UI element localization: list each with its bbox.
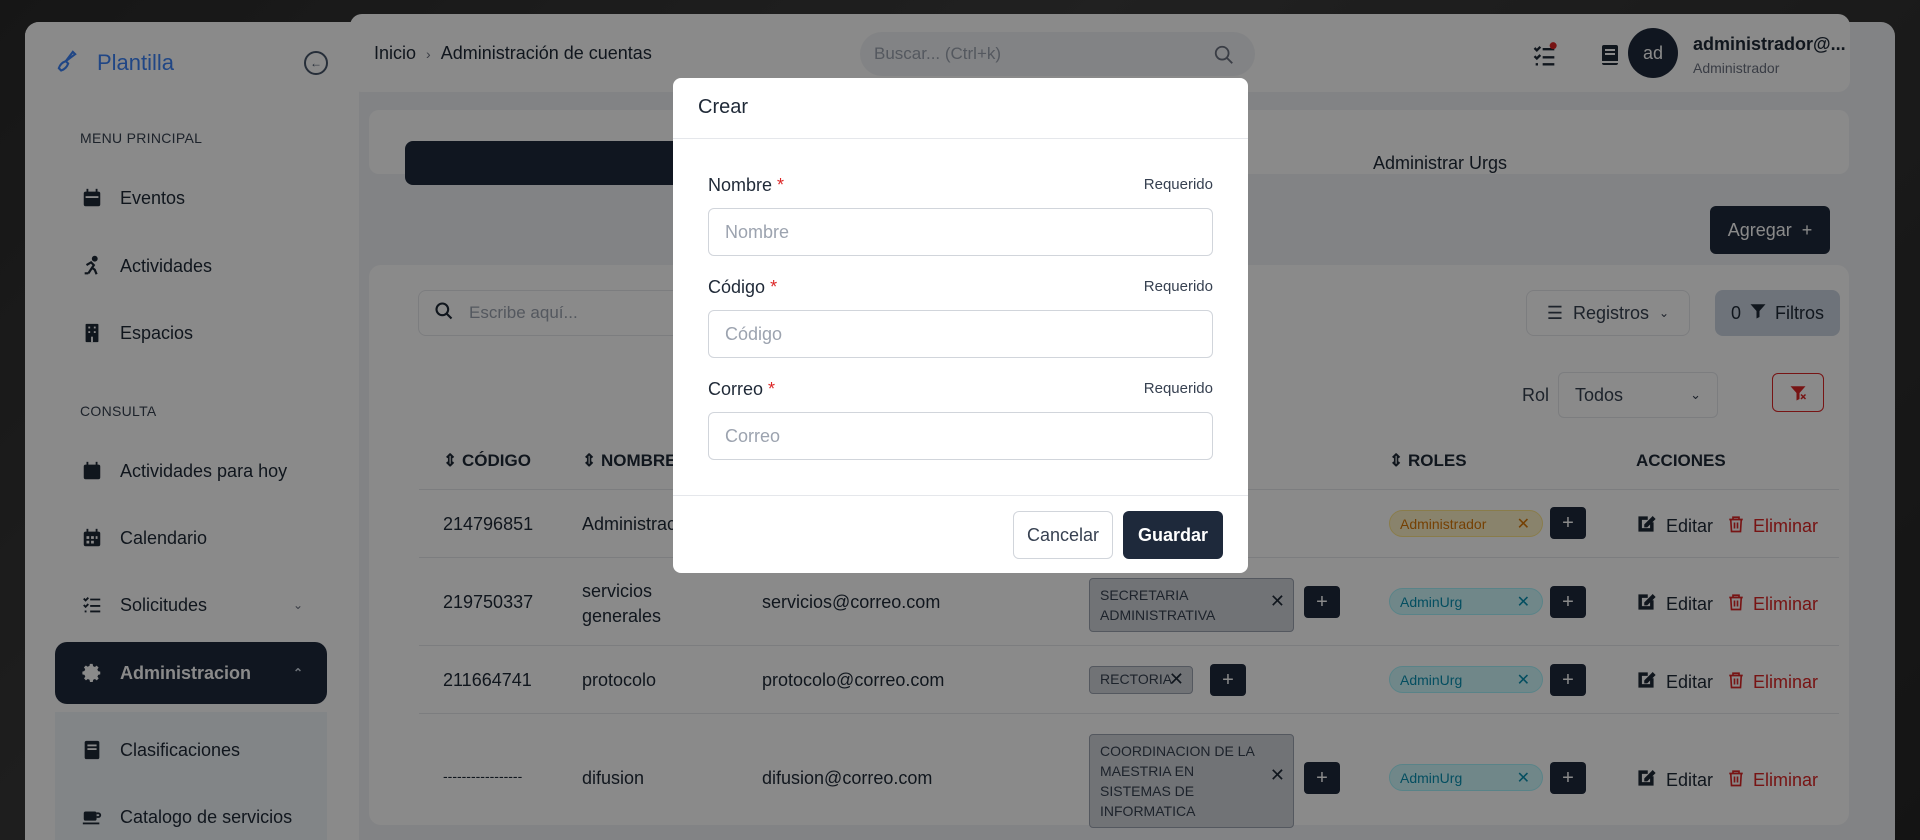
- modal-divider: [673, 138, 1248, 139]
- modal-title: Crear: [698, 96, 749, 118]
- codigo-label: Código *: [708, 277, 778, 297]
- save-button[interactable]: Guardar: [1123, 511, 1223, 559]
- required-hint: Requerido: [1143, 380, 1213, 397]
- correo-label: Correo *: [708, 379, 776, 399]
- codigo-input[interactable]: [708, 310, 1213, 358]
- create-modal: Crear Nombre * Requerido Código * Requer…: [673, 78, 1248, 573]
- required-hint: Requerido: [1143, 278, 1213, 295]
- modal-divider: [673, 495, 1248, 496]
- required-hint: Requerido: [1143, 176, 1213, 193]
- nombre-label: Nombre *: [708, 175, 785, 195]
- nombre-input[interactable]: [708, 208, 1213, 256]
- cancel-button[interactable]: Cancelar: [1013, 511, 1113, 559]
- correo-input[interactable]: [708, 412, 1213, 460]
